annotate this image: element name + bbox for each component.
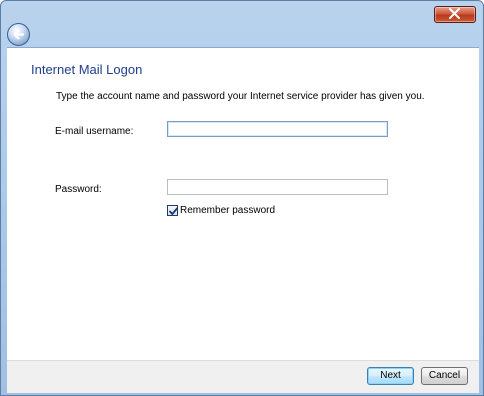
back-button[interactable] — [7, 23, 30, 46]
wizard-content: Internet Mail Logon Type the account nam… — [7, 47, 479, 360]
email-username-field[interactable] — [167, 121, 388, 137]
cancel-button[interactable]: Cancel — [421, 367, 468, 385]
checkmark-icon — [169, 207, 178, 215]
wizard-window: Internet Mail Logon Type the account nam… — [0, 0, 484, 396]
button-bar: Next Cancel — [7, 360, 479, 393]
password-label: Password: — [55, 184, 102, 195]
next-button[interactable]: Next — [367, 367, 414, 385]
close-button[interactable] — [434, 6, 476, 23]
back-arrow-icon — [13, 29, 25, 40]
email-username-label: E-mail username: — [55, 126, 134, 137]
password-field[interactable] — [167, 179, 388, 195]
remember-password-label[interactable]: Remember password — [180, 205, 275, 216]
remember-password-checkbox[interactable] — [167, 205, 178, 216]
title-bar — [1, 1, 483, 47]
instructions-text: Type the account name and password your … — [56, 91, 425, 102]
page-title: Internet Mail Logon — [31, 62, 143, 77]
close-icon — [449, 8, 460, 19]
